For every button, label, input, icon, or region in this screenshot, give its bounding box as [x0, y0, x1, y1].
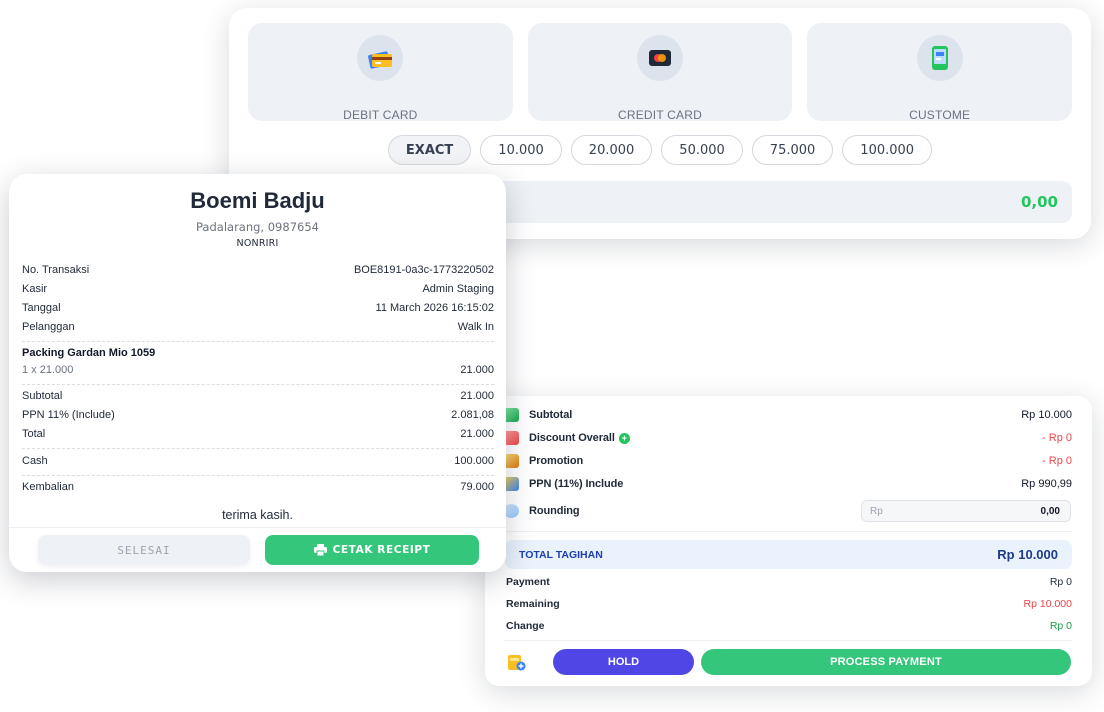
receipt-transaction-row: No. Transaksi BOE8191-0a3c-1773220502 — [22, 264, 494, 280]
debit-card-label: DEBIT CARD — [343, 108, 418, 122]
payment-row: Payment Rp 0 — [506, 576, 1072, 592]
change-label: Change — [506, 620, 545, 632]
receipt-meta-label: No. Transaksi — [22, 264, 90, 276]
receipt-change-label: Kembalian — [22, 481, 74, 493]
receipt-subtotal-row: Subtotal 21.000 — [22, 390, 494, 406]
selesai-button[interactable]: SELESAI — [38, 535, 250, 565]
total-value: Rp 10.000 — [997, 547, 1058, 562]
remaining-row: Remaining Rp 10.000 — [506, 598, 1072, 614]
hold-button[interactable]: HOLD — [553, 649, 694, 675]
receipt-divider — [22, 384, 494, 385]
payment-label: Payment — [506, 576, 550, 588]
receipt-meta-value: BOE8191-0a3c-1773220502 — [353, 264, 494, 276]
rounding-input[interactable]: Rp 0,00 — [861, 500, 1071, 522]
receipt-meta-value: Admin Staging — [422, 283, 494, 295]
amount-20000-button[interactable]: 20.000 — [570, 135, 653, 165]
printer-icon — [313, 544, 327, 556]
payment-amount-value: 0,00 — [1020, 193, 1058, 211]
store-address: Padalarang, 0987654 — [196, 220, 319, 234]
custome-option[interactable]: CUSTOME — [807, 23, 1073, 122]
receipt-total-value: 21.000 — [460, 428, 494, 440]
amount-75000-button[interactable]: 75.000 — [751, 135, 834, 165]
receipt-meta-label: Kasir — [22, 283, 48, 295]
phone-payment-icon — [916, 35, 963, 81]
summary-promotion-row: Promotion - Rp 0 — [503, 450, 1072, 472]
credit-card-label: CREDIT CARD — [618, 108, 702, 122]
credit-card-icon — [637, 35, 683, 81]
quick-amounts: EXACT 10.000 20.000 50.000 75.000 100.00… — [229, 135, 1091, 165]
receipt-meta-label: Tanggal — [22, 302, 61, 314]
summary-ppn-row: PPN (11%) Include Rp 990,99 — [503, 473, 1072, 495]
divider — [503, 640, 1072, 641]
store-name: Boemi Badju — [190, 188, 325, 213]
print-receipt-button[interactable]: CETAK RECEIPT — [265, 535, 479, 565]
receipt-change-row: Kembalian 79.000 — [22, 481, 494, 497]
receipt-date-row: Tanggal 11 March 2026 16:15:02 — [22, 302, 494, 318]
summary-discount-row: Discount Overall + - Rp 0 — [503, 427, 1072, 449]
store-code: NONRIRI — [236, 238, 279, 249]
rounding-prefix: Rp — [870, 506, 883, 517]
cash-drawer-icon[interactable] — [506, 652, 526, 672]
payment-value: Rp 0 — [1049, 576, 1072, 588]
credit-card-option[interactable]: CREDIT CARD — [527, 23, 793, 122]
receipt-divider — [22, 341, 494, 342]
receipt-cash-label: Cash — [22, 455, 48, 467]
change-row: Change Rp 0 — [506, 620, 1072, 636]
change-value: Rp 0 — [1049, 620, 1072, 632]
amount-exact-button[interactable]: EXACT — [387, 135, 472, 165]
promotion-label: Promotion — [529, 455, 584, 467]
receipt-cash-row: Cash 100.000 — [22, 455, 494, 471]
amount-100000-button[interactable]: 100.000 — [842, 135, 933, 165]
discount-value: - Rp 0 — [1042, 432, 1072, 444]
receipt-total-value: 21.000 — [460, 390, 494, 402]
receipt-thanks: terima kasih. — [222, 508, 293, 522]
promotion-value: - Rp 0 — [1042, 455, 1072, 467]
payment-methods: DEBIT CARD CREDIT CARD CUSTOME — [248, 23, 1073, 122]
receipt-divider — [22, 448, 494, 449]
divider — [503, 531, 1072, 532]
summary-subtotal-row: Subtotal Rp 10.000 — [503, 404, 1072, 426]
receipt-ppn-row: PPN 11% (Include) 2.081,08 — [22, 409, 494, 425]
receipt-total-value: 2.081,08 — [451, 409, 494, 421]
receipt-divider — [22, 475, 494, 476]
receipt-footer: SELESAI CETAK RECEIPT — [9, 527, 506, 572]
ppn-label: PPN (11%) Include — [529, 478, 624, 490]
total-label: TOTAL TAGIHAN — [519, 549, 603, 561]
add-discount-icon[interactable]: + — [618, 432, 630, 444]
receipt-meta-value: 11 March 2026 16:15:02 — [375, 302, 494, 314]
custome-label: CUSTOME — [909, 108, 971, 122]
receipt-meta-value: Walk In — [457, 321, 494, 333]
receipt-modal: Boemi Badju Padalarang, 0987654 NONRIRI … — [9, 174, 506, 572]
subtotal-label: Subtotal — [529, 409, 573, 421]
process-payment-button[interactable]: PROCESS PAYMENT — [701, 649, 1071, 675]
receipt-item-name: Packing Gardan Mio 1059 — [22, 347, 156, 359]
receipt-cashier-row: Kasir Admin Staging — [22, 283, 494, 299]
remaining-label: Remaining — [506, 598, 560, 610]
debit-card-icon — [357, 35, 404, 81]
amount-50000-button[interactable]: 50.000 — [661, 135, 743, 165]
subtotal-value: Rp 10.000 — [1021, 409, 1072, 421]
receipt-meta-label: Pelanggan — [22, 321, 75, 333]
amount-10000-button[interactable]: 10.000 — [480, 135, 562, 165]
remaining-value: Rp 10.000 — [1023, 598, 1072, 610]
receipt-cash-value: 100.000 — [454, 455, 494, 467]
print-receipt-label: CETAK RECEIPT — [332, 544, 431, 556]
receipt-grand-total-row: Total 21.000 — [22, 428, 494, 444]
receipt-total-label: Subtotal — [22, 390, 63, 402]
receipt-total-label: PPN 11% (Include) — [22, 409, 115, 421]
order-summary-panel: Subtotal Rp 10.000 Discount Overall + - R… — [485, 396, 1092, 686]
debit-card-option[interactable]: DEBIT CARD — [248, 23, 513, 122]
rounding-value: 0,00 — [1040, 506, 1060, 517]
receipt-item-price: 21.000 — [460, 364, 494, 376]
receipt-item-qty: 1 x 21.000 — [22, 364, 74, 376]
total-tagihan-bar: TOTAL TAGIHAN Rp 10.000 — [505, 540, 1072, 569]
discount-label: Discount Overall — [529, 432, 615, 444]
receipt-total-label: Total — [22, 428, 46, 440]
ppn-value: Rp 990,99 — [1021, 478, 1072, 490]
receipt-customer-row: Pelanggan Walk In — [22, 321, 494, 337]
receipt-change-value: 79.000 — [460, 481, 494, 493]
